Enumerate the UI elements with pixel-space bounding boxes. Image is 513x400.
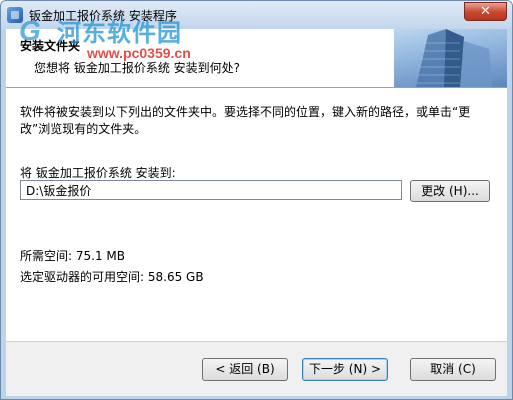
back-button[interactable]: < 返回 (B): [202, 358, 288, 381]
button-bar: < 返回 (B) 下一步 (N) > 取消 (C): [6, 341, 507, 396]
installer-app-icon: [7, 7, 23, 23]
space-required-text: 所需空间: 75.1 MB: [20, 249, 125, 263]
page-title: 安装文件夹: [20, 39, 81, 53]
building-banner-image: [394, 29, 507, 87]
title-bar[interactable]: 钣金加工报价系统 安装程序 ✕: [1, 1, 512, 29]
install-path-input[interactable]: [20, 180, 402, 200]
close-button[interactable]: ✕: [464, 2, 507, 21]
cancel-button[interactable]: 取消 (C): [410, 358, 496, 381]
install-location-label: 将 钣金加工报价系统 安装到:: [20, 166, 176, 180]
next-button[interactable]: 下一步 (N) >: [302, 358, 388, 381]
header-panel: 安装文件夹 您想将 钣金加工报价系统 安装到何处?: [6, 29, 507, 88]
installer-window: 钣金加工报价系统 安装程序 ✕ 安装文件夹 您想将 钣金加工报价系统 安装到何处…: [0, 0, 513, 400]
page-subtitle: 您想将 钣金加工报价系统 安装到何处?: [34, 61, 240, 75]
space-available-text: 选定驱动器的可用空间: 58.65 GB: [20, 270, 204, 284]
window-title: 钣金加工报价系统 安装程序: [29, 9, 177, 23]
skyscraper-graphic: [416, 29, 492, 87]
install-description: 软件将被安装到以下列出的文件夹中。要选择不同的位置，键入新的路径，或单击“更改”…: [20, 105, 471, 136]
change-folder-button[interactable]: 更改 (H)...: [410, 180, 490, 202]
content-area: 软件将被安装到以下列出的文件夹中。要选择不同的位置，键入新的路径，或单击“更改”…: [6, 88, 507, 341]
